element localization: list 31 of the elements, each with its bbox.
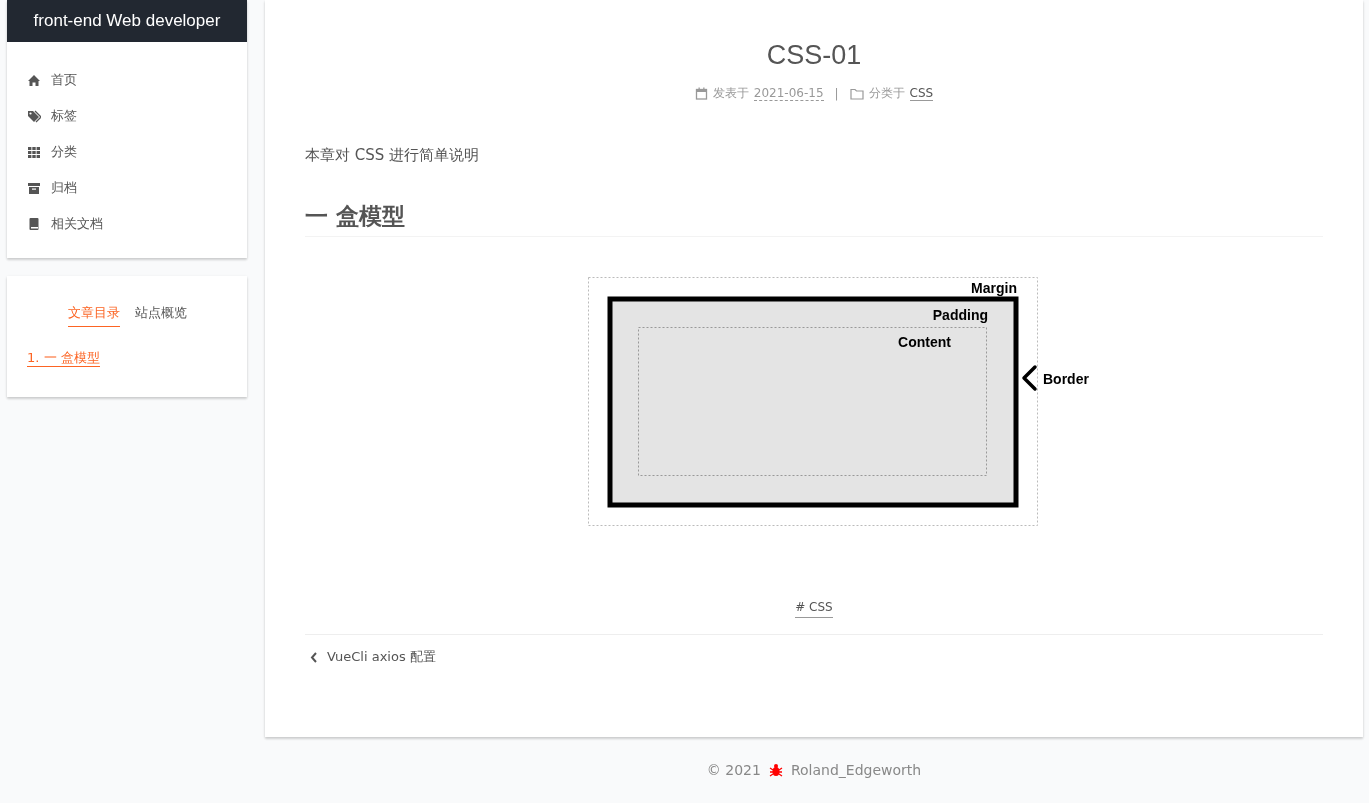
tag-link[interactable]: # CSS xyxy=(795,600,833,618)
content-label: Content xyxy=(898,334,951,350)
category-link[interactable]: CSS xyxy=(909,86,934,101)
bug-icon xyxy=(768,763,783,777)
border-label: Border xyxy=(1043,371,1089,387)
calendar-icon xyxy=(694,87,708,100)
paragraph: 本章对 CSS 进行简单说明 xyxy=(305,146,480,165)
author-name: Roland_Edgeworth xyxy=(790,762,922,778)
meta-label: 发表于 xyxy=(712,85,749,102)
menu-item[interactable]: 首页 xyxy=(7,62,97,98)
margin-label: Margin xyxy=(971,280,1017,296)
post-title: CSS-01 xyxy=(766,40,862,71)
folder-icon xyxy=(849,87,864,100)
chevron-left-icon xyxy=(310,651,318,663)
sidebar-tab[interactable]: 站点概览 xyxy=(134,304,187,327)
menu-item[interactable]: 分类 xyxy=(7,134,97,170)
book-icon xyxy=(27,217,41,231)
meta-separator: | xyxy=(834,86,839,101)
tags-icon xyxy=(27,109,41,123)
section-heading: 一 盒模型 xyxy=(305,201,1323,237)
grid-icon xyxy=(27,145,41,159)
site-title[interactable]: front-end Web developer xyxy=(7,0,247,42)
home-icon xyxy=(27,73,41,87)
previous-post-link[interactable]: VueCli axios 配置 xyxy=(305,648,436,666)
copyright-text: © 2021 xyxy=(706,762,761,778)
meta-label: 分类于 xyxy=(868,85,905,102)
menu-item[interactable]: 标签 xyxy=(7,98,97,134)
padding-label: Padding xyxy=(932,307,988,323)
menu-item[interactable]: 相关文档 xyxy=(7,206,123,242)
archive-box-icon xyxy=(27,181,41,195)
menu-item[interactable]: 归档 xyxy=(7,170,97,206)
